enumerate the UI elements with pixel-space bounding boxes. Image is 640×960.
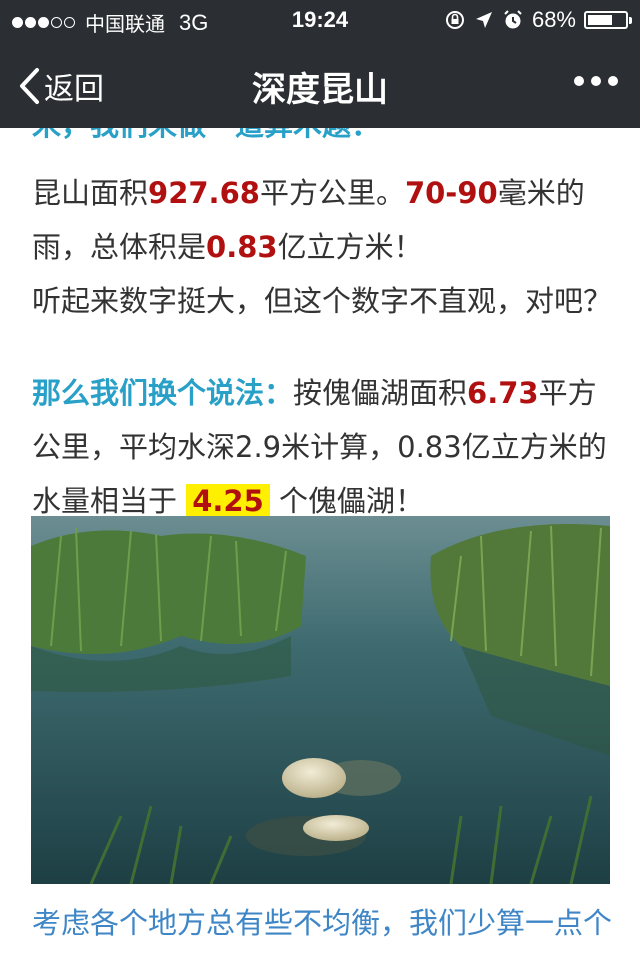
rotation-lock-icon [445, 11, 464, 29]
paragraph-lake-comparison: 那么我们换个说法：按傀儡湖面积6.73平方公里，平均水深2.9米计算，0.83亿… [32, 366, 612, 528]
text-run: 昆山面积 [32, 176, 149, 210]
text-run: 平方公里。 [259, 176, 405, 210]
text-run: 按傀儡湖面积 [293, 376, 468, 410]
lake-area-value: 6.73 [467, 376, 539, 410]
more-options-icon[interactable] [574, 76, 618, 86]
text-run: 听起来数字挺大，但这个数字不直观，对吧？ [32, 284, 613, 318]
status-right: 68% [444, 7, 632, 33]
alarm-clock-icon [504, 10, 522, 29]
section-heading-partial: 米，我们来做一道算术题： [32, 128, 612, 152]
lake-photo [31, 516, 610, 884]
location-arrow-icon [475, 12, 492, 28]
text-run: 亿立方米！ [277, 230, 423, 264]
status-bar: 中国联通 3G 19:24 68% [0, 0, 640, 40]
rain-value: 70-90 [404, 176, 498, 210]
battery-icon [584, 11, 632, 29]
text-run: 个傀儡湖！ [279, 484, 425, 518]
volume-value: 0.83 [206, 230, 278, 264]
navigation-bar: 返回 深度昆山 [0, 40, 640, 128]
paragraph-rainfall: 昆山面积927.68平方公里。70-90毫米的雨，总体积是0.83亿立方米！ 听起… [32, 166, 612, 328]
battery-percent: 68% [531, 7, 576, 32]
battery-level-fill [588, 15, 613, 25]
lake-photo-illustration [31, 516, 610, 884]
paragraph-estimate: 考虑各个地方总有些不均衡，我们少算一点个数，就4个傀儡湖吧！ [32, 906, 613, 940]
lake-count-highlight: 4.25 [186, 484, 270, 518]
lead-phrase: 那么我们换个说法： [32, 376, 294, 410]
area-value: 927.68 [148, 176, 260, 210]
page-title: 深度昆山 [252, 70, 388, 110]
article-content: 米，我们来做一道算术题： 昆山面积927.68平方公里。70-90毫米的雨，总体… [0, 128, 640, 960]
